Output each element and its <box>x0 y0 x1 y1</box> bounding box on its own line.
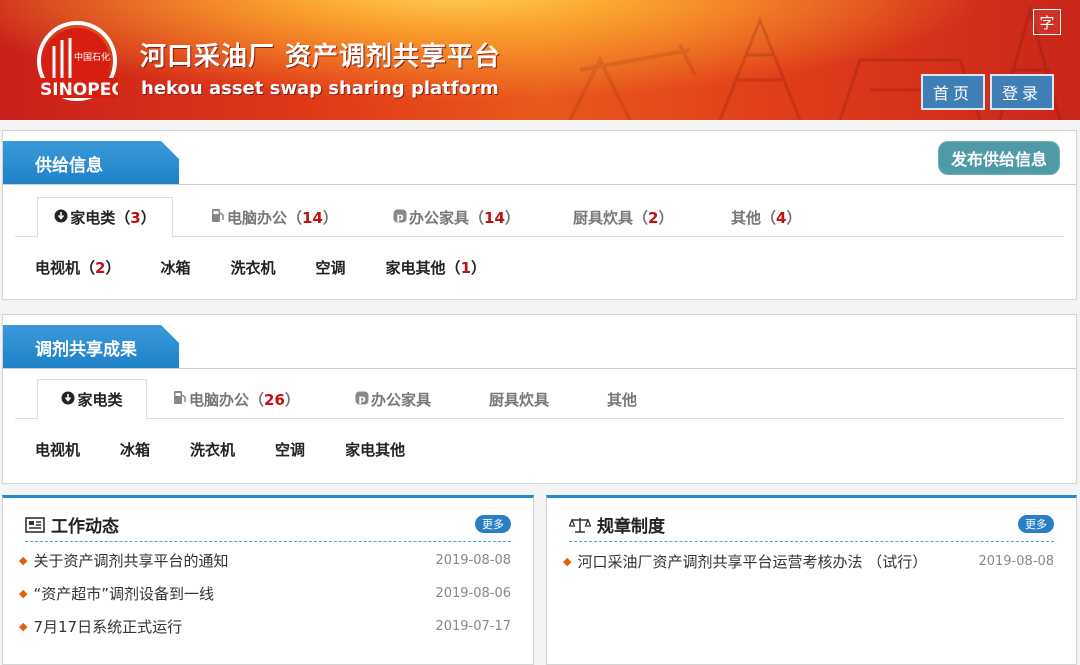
publish-supply-button[interactable]: 发布供给信息 <box>938 141 1060 175</box>
rules-box: 规章制度 更多 ◆ 河口采油厂资产调剂共享平台运营考核办法 （试行） 2019-… <box>546 495 1077 665</box>
site-title: 河口采油厂 资产调剂共享平台 <box>140 42 502 72</box>
sinopec-logo: 中国石化 SINOPEC <box>37 21 118 101</box>
diamond-bullet-icon: ◆ <box>563 554 572 568</box>
page-header: 中国石化 SINOPEC 河口采油厂 资产调剂共享平台 hekou asset … <box>0 0 1080 120</box>
list-item[interactable]: ◆ 关于资产调剂共享平台的通知 2019-08-08 <box>19 549 511 571</box>
svg-text:SINOPEC: SINOPEC <box>40 80 118 100</box>
svg-text:p: p <box>397 212 404 223</box>
diamond-bullet-icon: ◆ <box>19 553 28 567</box>
list-item[interactable]: ◆ “资产超市”调剂设备到一线 2019-08-06 <box>19 582 511 604</box>
sub-fridge[interactable]: 冰箱 <box>160 257 190 278</box>
sub-washer[interactable]: 洗衣机 <box>190 439 235 460</box>
results-category-tabs: 家电类 电脑办公（26） p 办公家具 厨具炊具 其他 <box>15 379 1064 420</box>
rules-box-title: 规章制度 <box>597 517 665 537</box>
svg-text:中国石化: 中国石化 <box>74 51 110 63</box>
nav-home-button[interactable]: 首页 <box>921 74 985 110</box>
tab-other[interactable]: 其他（4） <box>731 197 801 238</box>
tab-kitchenware[interactable]: 厨具炊具 <box>489 379 549 420</box>
results-panel-title: 调剂共享成果 <box>3 325 179 369</box>
sub-tv[interactable]: 电视机（2） <box>35 257 120 278</box>
panel-divider <box>3 184 1076 185</box>
news-more-button[interactable]: 更多 <box>475 515 511 533</box>
tab-kitchenware[interactable]: 厨具炊具（2） <box>573 197 673 238</box>
download-circle-icon <box>54 209 68 227</box>
svg-text:p: p <box>359 394 366 405</box>
pump-jack-decoration <box>568 44 697 120</box>
supply-subcategories: 电视机（2） 冰箱 洗衣机 空调 家电其他（1） <box>35 255 486 279</box>
sub-appliance-other[interactable]: 家电其他（1） <box>386 257 486 278</box>
p-badge-icon: p <box>355 391 369 409</box>
panel-divider <box>3 368 1076 369</box>
sub-appliance-other[interactable]: 家电其他 <box>345 439 405 460</box>
supply-panel: 供给信息 发布供给信息 家电类（3） 电脑办公（14） p 办公家具（14） 厨… <box>2 130 1077 300</box>
tab-office-furniture[interactable]: p 办公家具 <box>355 379 431 420</box>
sub-fridge[interactable]: 冰箱 <box>120 439 150 460</box>
rules-box-header: 规章制度 更多 <box>569 506 1054 542</box>
list-item[interactable]: ◆ 7月17日系统正式运行 2019-07-17 <box>19 615 511 637</box>
tab-other[interactable]: 其他 <box>607 379 637 420</box>
tab-appliances[interactable]: 家电类 <box>37 379 147 420</box>
sub-ac[interactable]: 空调 <box>275 439 305 460</box>
fuel-pump-icon <box>173 390 187 409</box>
newspaper-icon <box>25 516 45 533</box>
diamond-bullet-icon: ◆ <box>19 619 28 633</box>
tab-office-furniture[interactable]: p 办公家具（14） <box>393 197 520 238</box>
news-box: 工作动态 更多 ◆ 关于资产调剂共享平台的通知 2019-08-08 ◆ “资产… <box>2 495 534 665</box>
sub-tv[interactable]: 电视机 <box>35 439 80 460</box>
tab-appliances[interactable]: 家电类（3） <box>37 197 173 238</box>
list-item[interactable]: ◆ 河口采油厂资产调剂共享平台运营考核办法 （试行） 2019-08-08 <box>563 550 1054 572</box>
nav-login-button[interactable]: 登录 <box>990 74 1054 110</box>
font-size-toggle[interactable]: 字 <box>1033 9 1061 35</box>
supply-panel-title: 供给信息 <box>3 141 179 185</box>
p-badge-icon: p <box>393 209 407 227</box>
tab-computer-office[interactable]: 电脑办公（26） <box>173 379 300 420</box>
rules-more-button[interactable]: 更多 <box>1018 515 1054 533</box>
sub-ac[interactable]: 空调 <box>316 257 346 278</box>
site-subtitle: hekou asset swap sharing platform <box>141 78 499 99</box>
sub-washer[interactable]: 洗衣机 <box>231 257 276 278</box>
news-box-header: 工作动态 更多 <box>25 506 511 542</box>
tab-computer-office[interactable]: 电脑办公（14） <box>211 197 338 238</box>
download-circle-icon <box>61 391 75 409</box>
supply-category-tabs: 家电类（3） 电脑办公（14） p 办公家具（14） 厨具炊具（2） 其他（4） <box>15 197 1064 238</box>
scales-icon <box>569 516 591 534</box>
diamond-bullet-icon: ◆ <box>19 586 28 600</box>
news-box-title: 工作动态 <box>51 517 119 537</box>
results-panel: 调剂共享成果 家电类 电脑办公（26） p 办公家具 厨具炊具 其他 电视机 冰… <box>2 314 1077 484</box>
fuel-pump-icon <box>211 208 225 227</box>
results-subcategories: 电视机 冰箱 洗衣机 空调 家电其他 <box>35 437 405 461</box>
